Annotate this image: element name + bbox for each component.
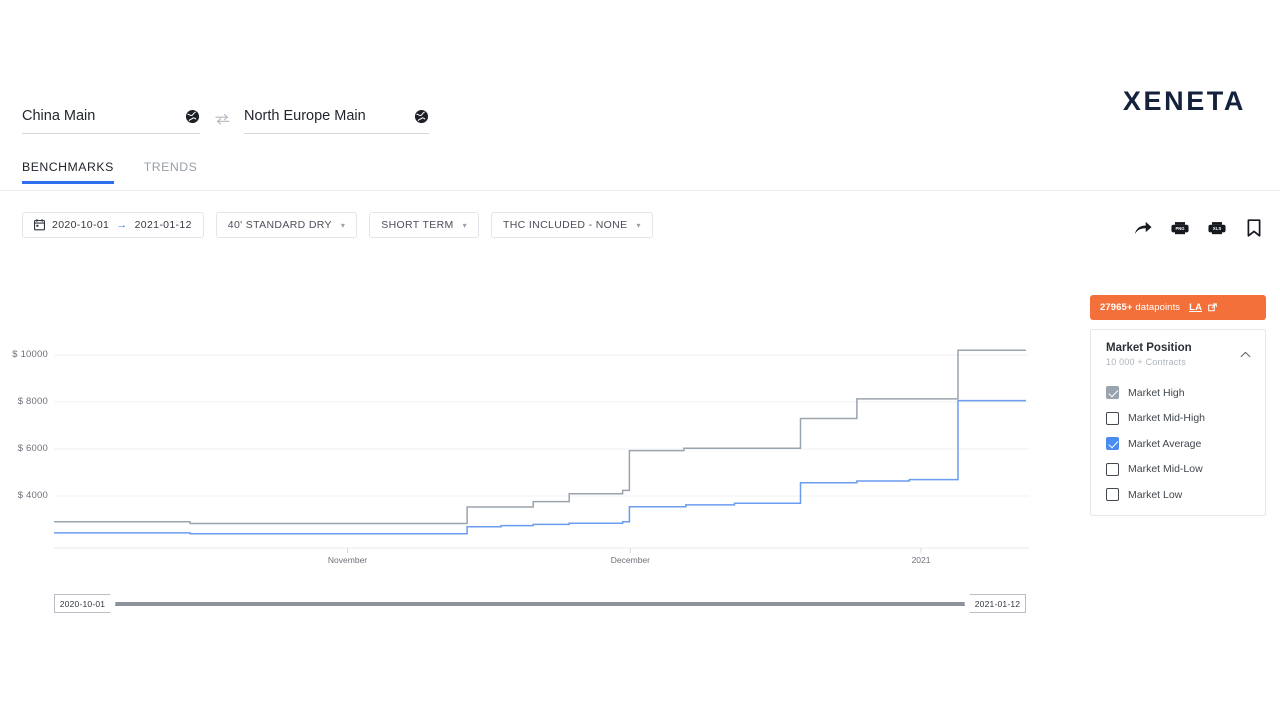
chart-actions: PNG XLS: [1133, 218, 1264, 238]
date-range-slider[interactable]: 2020-10-01 2021-01-12: [54, 594, 1026, 614]
thc-filter[interactable]: THC INCLUDED - NONE ▾: [490, 212, 653, 238]
y-tick-10000: $ 10000: [12, 349, 48, 360]
date-to: 2021-01-12: [134, 219, 192, 231]
market-position-option-4[interactable]: Market Low: [1106, 482, 1250, 508]
equipment-filter[interactable]: 40' STANDARD DRY ▾: [215, 212, 358, 238]
download-png-icon[interactable]: PNG: [1170, 218, 1190, 238]
equipment-filter-label: 40' STANDARD DRY: [227, 219, 332, 231]
market-position-option-2[interactable]: Market Average: [1106, 431, 1250, 457]
destination-port-name: North Europe Main: [244, 108, 366, 124]
x-tick-label-1: December: [611, 555, 650, 565]
checkbox-label: Market High: [1128, 386, 1185, 399]
datapoints-badge[interactable]: 27965+ datapoints LA: [1090, 295, 1266, 320]
bookmark-icon[interactable]: [1244, 218, 1264, 238]
date-from: 2020-10-01: [52, 219, 110, 231]
term-filter[interactable]: SHORT TERM ▾: [369, 212, 479, 238]
calendar-icon: [34, 219, 45, 231]
share-icon[interactable]: [1133, 218, 1153, 238]
slider-handle-end[interactable]: 2021-01-12: [964, 594, 1026, 613]
thc-filter-label: THC INCLUDED - NONE: [502, 219, 628, 231]
chevron-down-icon: ▾: [340, 220, 346, 230]
checkbox-4[interactable]: [1106, 488, 1119, 502]
main-tabs: BENCHMARKS TRENDS: [22, 160, 197, 184]
download-xls-icon[interactable]: XLS: [1207, 218, 1227, 238]
swap-icon: [214, 113, 230, 125]
market-position-panel: Market Position 10 000 + Contracts Marke…: [1090, 329, 1266, 516]
chevron-up-icon[interactable]: [1240, 351, 1251, 358]
y-tick-6000: $ 6000: [17, 443, 48, 454]
external-link-icon[interactable]: [1208, 303, 1217, 312]
tab-benchmarks[interactable]: BENCHMARKS: [22, 160, 114, 184]
date-arrow-icon: →: [116, 219, 128, 231]
term-filter-label: SHORT TERM: [381, 219, 454, 231]
datapoints-count: 27965+: [1100, 302, 1133, 313]
panel-title: Market Position: [1106, 342, 1192, 354]
slider-handle-start[interactable]: 2020-10-01: [54, 594, 116, 613]
chart-plot[interactable]: November December 2021: [54, 330, 1029, 570]
svg-text:XLS: XLS: [1213, 226, 1222, 231]
chevron-down-icon: ▾: [636, 220, 641, 230]
checkbox-1[interactable]: [1106, 411, 1119, 425]
date-range-filter[interactable]: 2020-10-01 → 2021-01-12: [22, 212, 204, 238]
series-line-0[interactable]: [54, 349, 1026, 525]
checkbox-0[interactable]: [1106, 386, 1119, 400]
destination-port-field[interactable]: North Europe Main: [244, 108, 429, 134]
market-position-option-3[interactable]: Market Mid-Low: [1106, 457, 1250, 483]
swap-ports-button[interactable]: [200, 113, 244, 134]
checkbox-label: Market Low: [1128, 488, 1183, 501]
checkbox-3[interactable]: [1106, 462, 1119, 476]
checkbox-label: Market Mid-Low: [1128, 463, 1203, 476]
globe-icon: [185, 109, 200, 124]
rate-chart: $ 10000 $ 8000 $ 6000 $ 4000 November Dec…: [0, 330, 1040, 570]
benchmark-page: XENETA China Main North Europe Main BENC…: [0, 0, 1280, 720]
market-position-option-1[interactable]: Market Mid-High: [1106, 406, 1250, 432]
datapoints-link[interactable]: LA: [1189, 302, 1202, 313]
origin-port-field[interactable]: China Main: [22, 108, 200, 134]
market-position-option-0[interactable]: Market High: [1106, 380, 1250, 406]
x-tick-label-2: 2021: [912, 555, 931, 565]
tab-trends[interactable]: TRENDS: [144, 160, 198, 184]
y-tick-4000: $ 4000: [17, 490, 48, 501]
chevron-down-icon: ▾: [462, 220, 467, 230]
svg-text:PNG: PNG: [1175, 226, 1184, 231]
series-line-1[interactable]: [54, 399, 1026, 535]
filter-bar: 2020-10-01 → 2021-01-12 40' STANDARD DRY…: [22, 212, 653, 238]
market-position-options: Market High Market Mid-High Market Average…: [1106, 380, 1250, 508]
tabs-divider: [0, 190, 1280, 191]
checkbox-label: Market Average: [1128, 437, 1202, 450]
checkbox-label: Market Mid-High: [1128, 412, 1206, 425]
checkbox-2[interactable]: [1106, 437, 1119, 451]
globe-icon: [414, 109, 429, 124]
x-tick-label-0: November: [328, 555, 367, 565]
datapoints-label: datapoints: [1132, 302, 1181, 313]
y-tick-8000: $ 8000: [17, 396, 48, 407]
origin-port-name: China Main: [22, 108, 96, 124]
xeneta-logo: XENETA: [1122, 86, 1246, 116]
panel-subtitle: 10 000 + Contracts: [1106, 357, 1186, 367]
port-selector-row: China Main North Europe Main: [22, 108, 429, 134]
slider-track[interactable]: [114, 602, 966, 606]
